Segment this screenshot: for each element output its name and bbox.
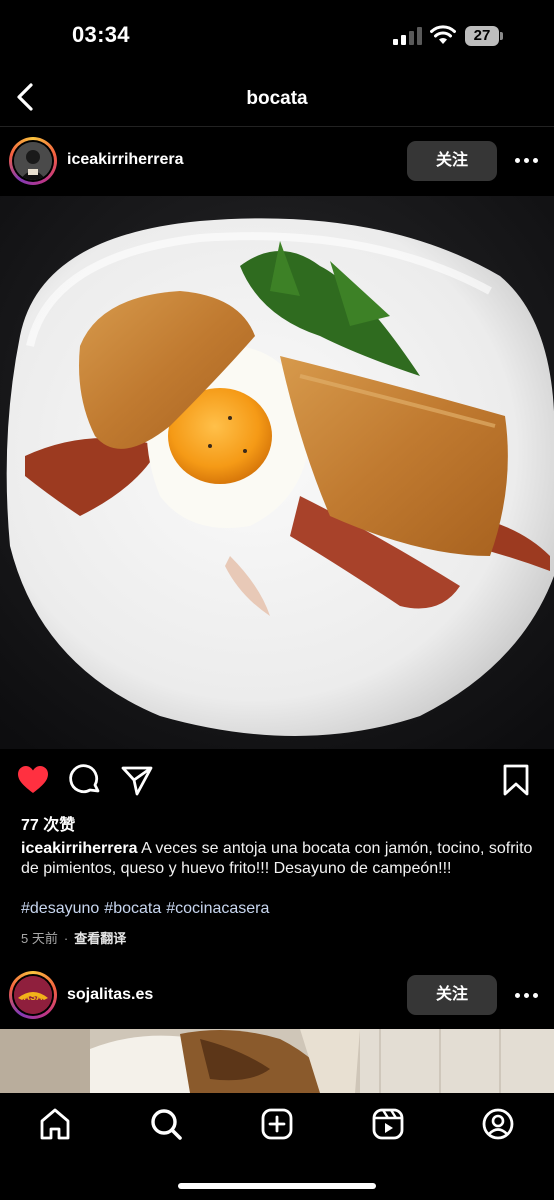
post1-more-icon[interactable]	[515, 158, 539, 164]
translate-link[interactable]: 查看翻译	[74, 931, 126, 946]
heart-icon[interactable]	[16, 763, 50, 797]
home-indicator[interactable]	[178, 1183, 376, 1189]
reels-icon[interactable]	[371, 1107, 405, 1141]
wifi-icon	[430, 25, 456, 44]
post1-follow-button[interactable]: 关注	[407, 141, 497, 181]
home-icon[interactable]	[38, 1107, 72, 1141]
create-icon[interactable]	[260, 1107, 294, 1141]
bookmark-icon[interactable]	[499, 763, 533, 797]
post2-more-icon[interactable]	[515, 993, 539, 999]
post1-photo[interactable]	[0, 196, 554, 749]
post1-avatar[interactable]	[9, 137, 57, 185]
post2-avatar[interactable]: ASA	[9, 971, 57, 1019]
battery-icon: 27	[465, 26, 505, 46]
svg-text:ASA: ASA	[23, 992, 43, 1002]
post1-username[interactable]: iceakirriherrera	[67, 151, 184, 169]
page-title: bocata	[246, 88, 308, 109]
post1-meta: 5 天前 · 查看翻译	[21, 928, 126, 947]
profile-icon[interactable]	[481, 1107, 515, 1141]
post2-follow-button[interactable]: 关注	[407, 975, 497, 1015]
post2-username[interactable]: sojalitas.es	[67, 986, 153, 1004]
hashtag-link[interactable]: #cocinacasera	[166, 900, 269, 917]
signal-icon	[393, 27, 422, 45]
post1-caption: iceakirriherrera A veces se antoja una b…	[21, 839, 541, 879]
comment-icon[interactable]	[68, 763, 102, 797]
likes-count[interactable]: 77 次赞	[21, 811, 75, 835]
caption-username[interactable]: iceakirriherrera	[21, 840, 138, 857]
hashtag-link[interactable]: #desayuno	[21, 900, 99, 917]
nav-divider	[0, 126, 554, 127]
separator-dot: ·	[63, 931, 69, 946]
hashtag-link[interactable]: #bocata	[104, 900, 161, 917]
post2-photo[interactable]	[0, 1029, 554, 1093]
search-icon[interactable]	[149, 1107, 183, 1141]
hashtags: #desayuno #bocata #cocinacasera	[21, 900, 274, 918]
share-icon[interactable]	[120, 763, 154, 797]
post-time: 5 天前	[21, 931, 58, 946]
battery-level: 27	[473, 27, 491, 44]
status-time: 03:34	[72, 22, 130, 47]
